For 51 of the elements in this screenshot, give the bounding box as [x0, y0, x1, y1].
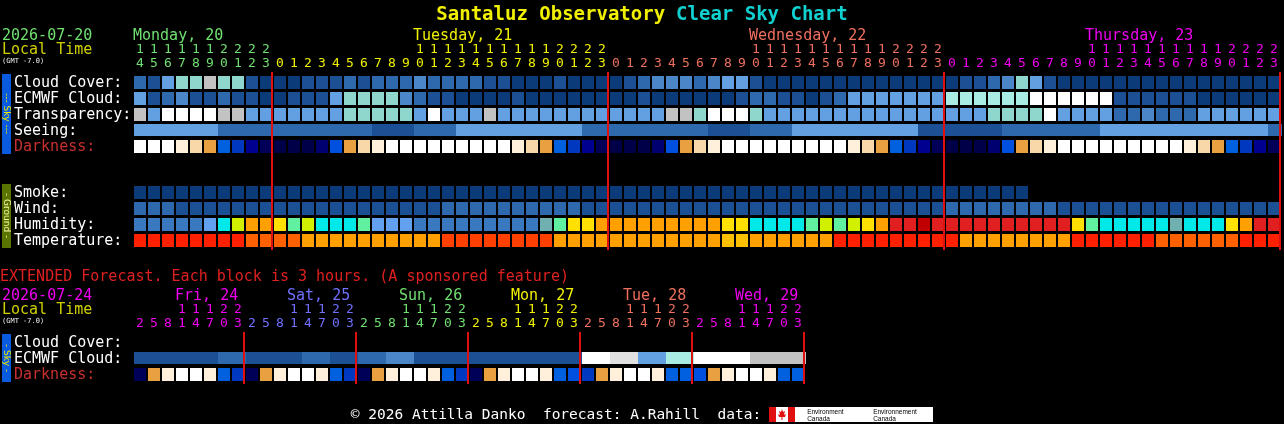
day-label: Mon, 27: [511, 288, 575, 302]
hour-tens: 11111111112222: [1088, 42, 1284, 56]
day-label: Sun, 26: [399, 288, 463, 302]
day-label: Tue, 28: [623, 288, 687, 302]
hour-digits: 25814703: [583, 316, 696, 330]
row-label: Temperature:: [14, 232, 124, 248]
hour-digits: 25814703: [359, 316, 472, 330]
forecast-date: 2026-07-20: [2, 28, 93, 42]
flag-icon: [769, 407, 796, 422]
row-label: Humidity:: [14, 216, 96, 232]
hour-tens: 1111112222: [136, 42, 276, 56]
time-label: Local Time: [2, 302, 93, 316]
credits-text: © 2026 Attilla Danko forecast: A.Rahill data:: [350, 406, 762, 423]
hour-digits: 012345678901234567890123: [947, 56, 1284, 70]
site-title: Santaluz Observatory: [436, 1, 666, 24]
hour-tens: 11122: [402, 302, 472, 316]
hour-tens: 11122: [738, 302, 808, 316]
row-label: Cloud Cover:: [14, 74, 124, 90]
day-label: Wed, 29: [735, 288, 799, 302]
day-label: Wednesday, 22: [749, 28, 867, 42]
row-label: ECMWF Cloud:: [14, 90, 124, 106]
hour-digits: 25814703: [471, 316, 584, 330]
hour-tens: 11111111112222: [416, 42, 612, 56]
row-label: Darkness:: [14, 366, 97, 382]
day-label: Fri, 24: [175, 288, 239, 302]
hour-digits: 4567890123: [135, 56, 276, 70]
row-label: Smoke:: [14, 184, 70, 200]
row-label: Transparency:: [14, 106, 133, 122]
chart-title: Clear Sky Chart: [676, 1, 848, 24]
extended-note: EXTENDED Forecast. Each block is 3 hours. (A sponsored feature): [0, 268, 569, 284]
time-label: Local Time: [2, 42, 93, 56]
day-label: Tuesday, 21: [413, 28, 513, 42]
hour-tens: 11122: [178, 302, 248, 316]
hour-digits: 25814703: [135, 316, 248, 330]
day-label: Monday, 20: [133, 28, 224, 42]
hour-digits: 25814703: [247, 316, 360, 330]
row-label: Cloud Cover:: [14, 334, 124, 350]
day-label: Sat, 25: [287, 288, 351, 302]
row-label: Wind:: [14, 200, 61, 216]
hour-digits: 25814703: [695, 316, 808, 330]
day-label: Thursday, 23: [1085, 28, 1194, 42]
row-label: Seeing:: [14, 122, 78, 138]
hour-tens: 11122: [290, 302, 360, 316]
row-label: ECMWF Cloud:: [14, 350, 124, 366]
hour-tens: 11111111112222: [752, 42, 948, 56]
row-label: Darkness:: [14, 138, 97, 154]
forecast-date: 2026-07-24: [2, 288, 93, 302]
hour-digits: 012345678901234567890123: [611, 56, 948, 70]
hour-tens: 11122: [626, 302, 696, 316]
hour-digits: 012345678901234567890123: [275, 56, 612, 70]
hour-tens: 11122: [514, 302, 584, 316]
